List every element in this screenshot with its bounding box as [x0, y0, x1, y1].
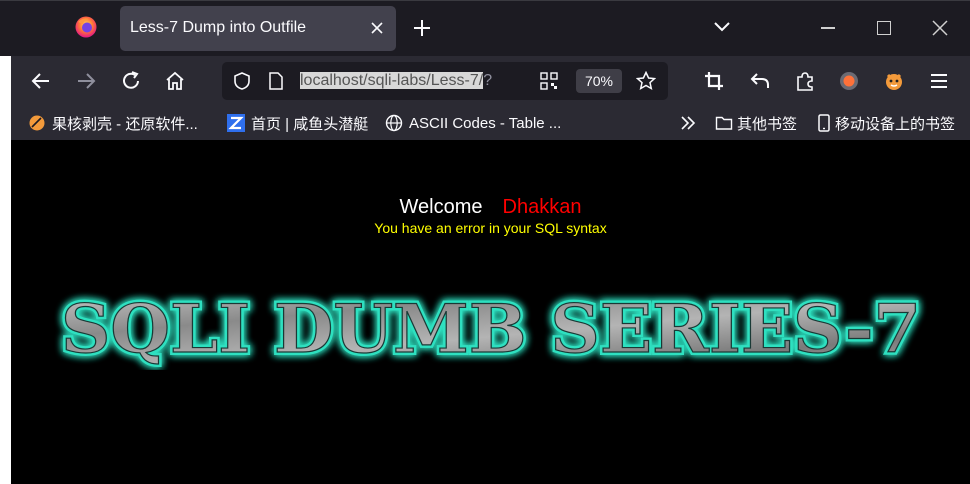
bookmark-item-xianyu[interactable]: 首页 | 咸鱼头潜艇	[227, 113, 368, 133]
close-window-button[interactable]	[932, 20, 948, 36]
mobile-bookmarks-folder[interactable]: 移动设备上的书签	[815, 113, 955, 133]
bookmark-label: 果核剥壳 - 还原软件...	[52, 115, 198, 133]
minimize-window-button[interactable]	[821, 27, 835, 29]
url-text[interactable]: localhost/sqli-labs/Less-7/?	[300, 72, 530, 90]
mobile-phone-icon	[818, 114, 830, 132]
tab-active[interactable]: Less-7 Dump into Outfile	[120, 6, 396, 51]
shield-icon[interactable]	[232, 71, 252, 91]
chevron-down-icon[interactable]	[713, 19, 731, 33]
folder-icon	[715, 116, 733, 130]
bookmark-star-icon[interactable]	[636, 71, 656, 91]
globe-icon	[385, 114, 403, 132]
new-tab-plus-icon[interactable]	[412, 18, 432, 38]
forward-arrow-icon[interactable]	[75, 70, 97, 92]
tab-title: Less-7 Dump into Outfile	[130, 19, 307, 36]
other-bookmarks-label: 其他书签	[737, 115, 798, 133]
z-logo-icon	[227, 114, 245, 132]
reload-icon[interactable]	[120, 70, 142, 92]
hamburger-menu-icon[interactable]	[928, 70, 950, 92]
url-selected-text: localhost/sqli-labs/Less-7/	[300, 72, 484, 89]
bookmark-item-ascii[interactable]: ASCII Codes - Table ...	[385, 113, 561, 133]
sqli-dumb-series-banner: SQLI DUMB SERIES-7 SQLI DUMB SERIES-7	[58, 290, 924, 370]
back-arrow-icon[interactable]	[30, 70, 52, 92]
username-text: Dhakkan	[502, 196, 582, 218]
bookmark-label: ASCII Codes - Table ...	[409, 114, 562, 132]
firefox-logo-icon[interactable]	[74, 15, 98, 39]
chevron-double-right-icon[interactable]	[680, 115, 696, 131]
sql-error-message: You have an error in your SQL syntax	[374, 220, 607, 236]
home-icon[interactable]	[164, 70, 186, 92]
extension-tiger-icon[interactable]	[883, 70, 905, 92]
other-bookmarks-folder[interactable]: 其他书签	[715, 113, 797, 133]
welcome-text: Welcome	[399, 196, 483, 218]
tab-strip: Less-7 Dump into Outfile	[0, 0, 970, 56]
undo-arrow-icon[interactable]	[749, 70, 771, 92]
url-rest-text: ?	[483, 72, 493, 89]
banner-text: SQLI DUMB SERIES-7	[61, 290, 921, 368]
mobile-bookmarks-label: 移动设备上的书签	[835, 115, 956, 133]
close-icon[interactable]	[370, 21, 384, 35]
zoom-level-button[interactable]: 70%	[576, 69, 622, 93]
screenshot-crop-icon[interactable]	[703, 70, 725, 92]
extension-orange-dot-icon[interactable]	[838, 70, 860, 92]
navigation-toolbar: localhost/sqli-labs/Less-7/? 70%	[0, 56, 970, 106]
qr-code-icon[interactable]	[540, 72, 558, 90]
bookmark-item-guohe[interactable]: 果核剥壳 - 还原软件...	[28, 113, 198, 133]
url-bar[interactable]: localhost/sqli-labs/Less-7/? 70%	[222, 62, 668, 100]
welcome-line: Welcome Dhakkan	[11, 196, 970, 219]
maximize-window-button[interactable]	[877, 21, 891, 35]
orange-circle-icon	[29, 115, 45, 131]
page-icon[interactable]	[268, 72, 284, 90]
bookmark-label: 首页 | 咸鱼头潜艇	[251, 115, 369, 133]
page-content: Welcome Dhakkan You have an error in your…	[11, 140, 970, 484]
window-left-edge	[0, 56, 11, 484]
extensions-puzzle-icon[interactable]	[794, 70, 816, 92]
bookmarks-toolbar: 果核剥壳 - 还原软件... 首页 | 咸鱼头潜艇 ASCII Codes - …	[0, 106, 970, 140]
